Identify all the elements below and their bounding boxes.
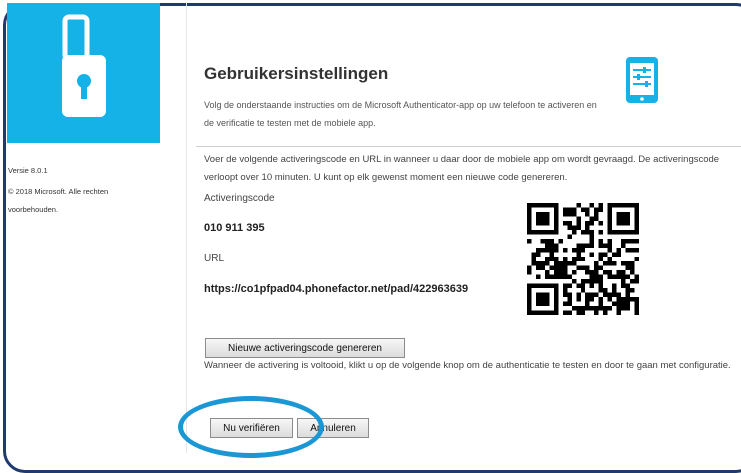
url-value: https://co1pfpad04.phonefactor.net/pad/4…: [204, 283, 469, 295]
copyright-text: © 2018 Microsoft. Alle rechten voorbehou…: [8, 187, 109, 214]
intro-text: Volg de onderstaande instructies om de M…: [204, 100, 597, 128]
app-logo: [7, 3, 160, 143]
activation-instructions: Voer de volgende activeringscode en URL …: [204, 154, 720, 183]
qr-code: [527, 203, 639, 315]
verify-now-button[interactable]: Nu verifiëren: [210, 418, 293, 438]
section-divider: [196, 146, 741, 147]
activation-code-value: 010 911 395: [204, 222, 265, 234]
activation-code-label: Activeringscode: [204, 193, 275, 204]
cancel-button[interactable]: Annuleren: [297, 418, 369, 438]
version-text: Versie 8.0.1: [8, 166, 48, 175]
page-title: Gebruikersinstellingen: [204, 64, 389, 83]
sidebar-divider: [186, 3, 187, 453]
generate-new-code-button[interactable]: Nieuwe activeringscode genereren: [205, 338, 405, 358]
completion-instructions: Wanneer de activering is voltooid, klikt…: [204, 360, 731, 371]
phone-settings-icon: [622, 55, 662, 105]
phone-lock-icon: [62, 14, 106, 117]
url-label: URL: [204, 253, 225, 264]
